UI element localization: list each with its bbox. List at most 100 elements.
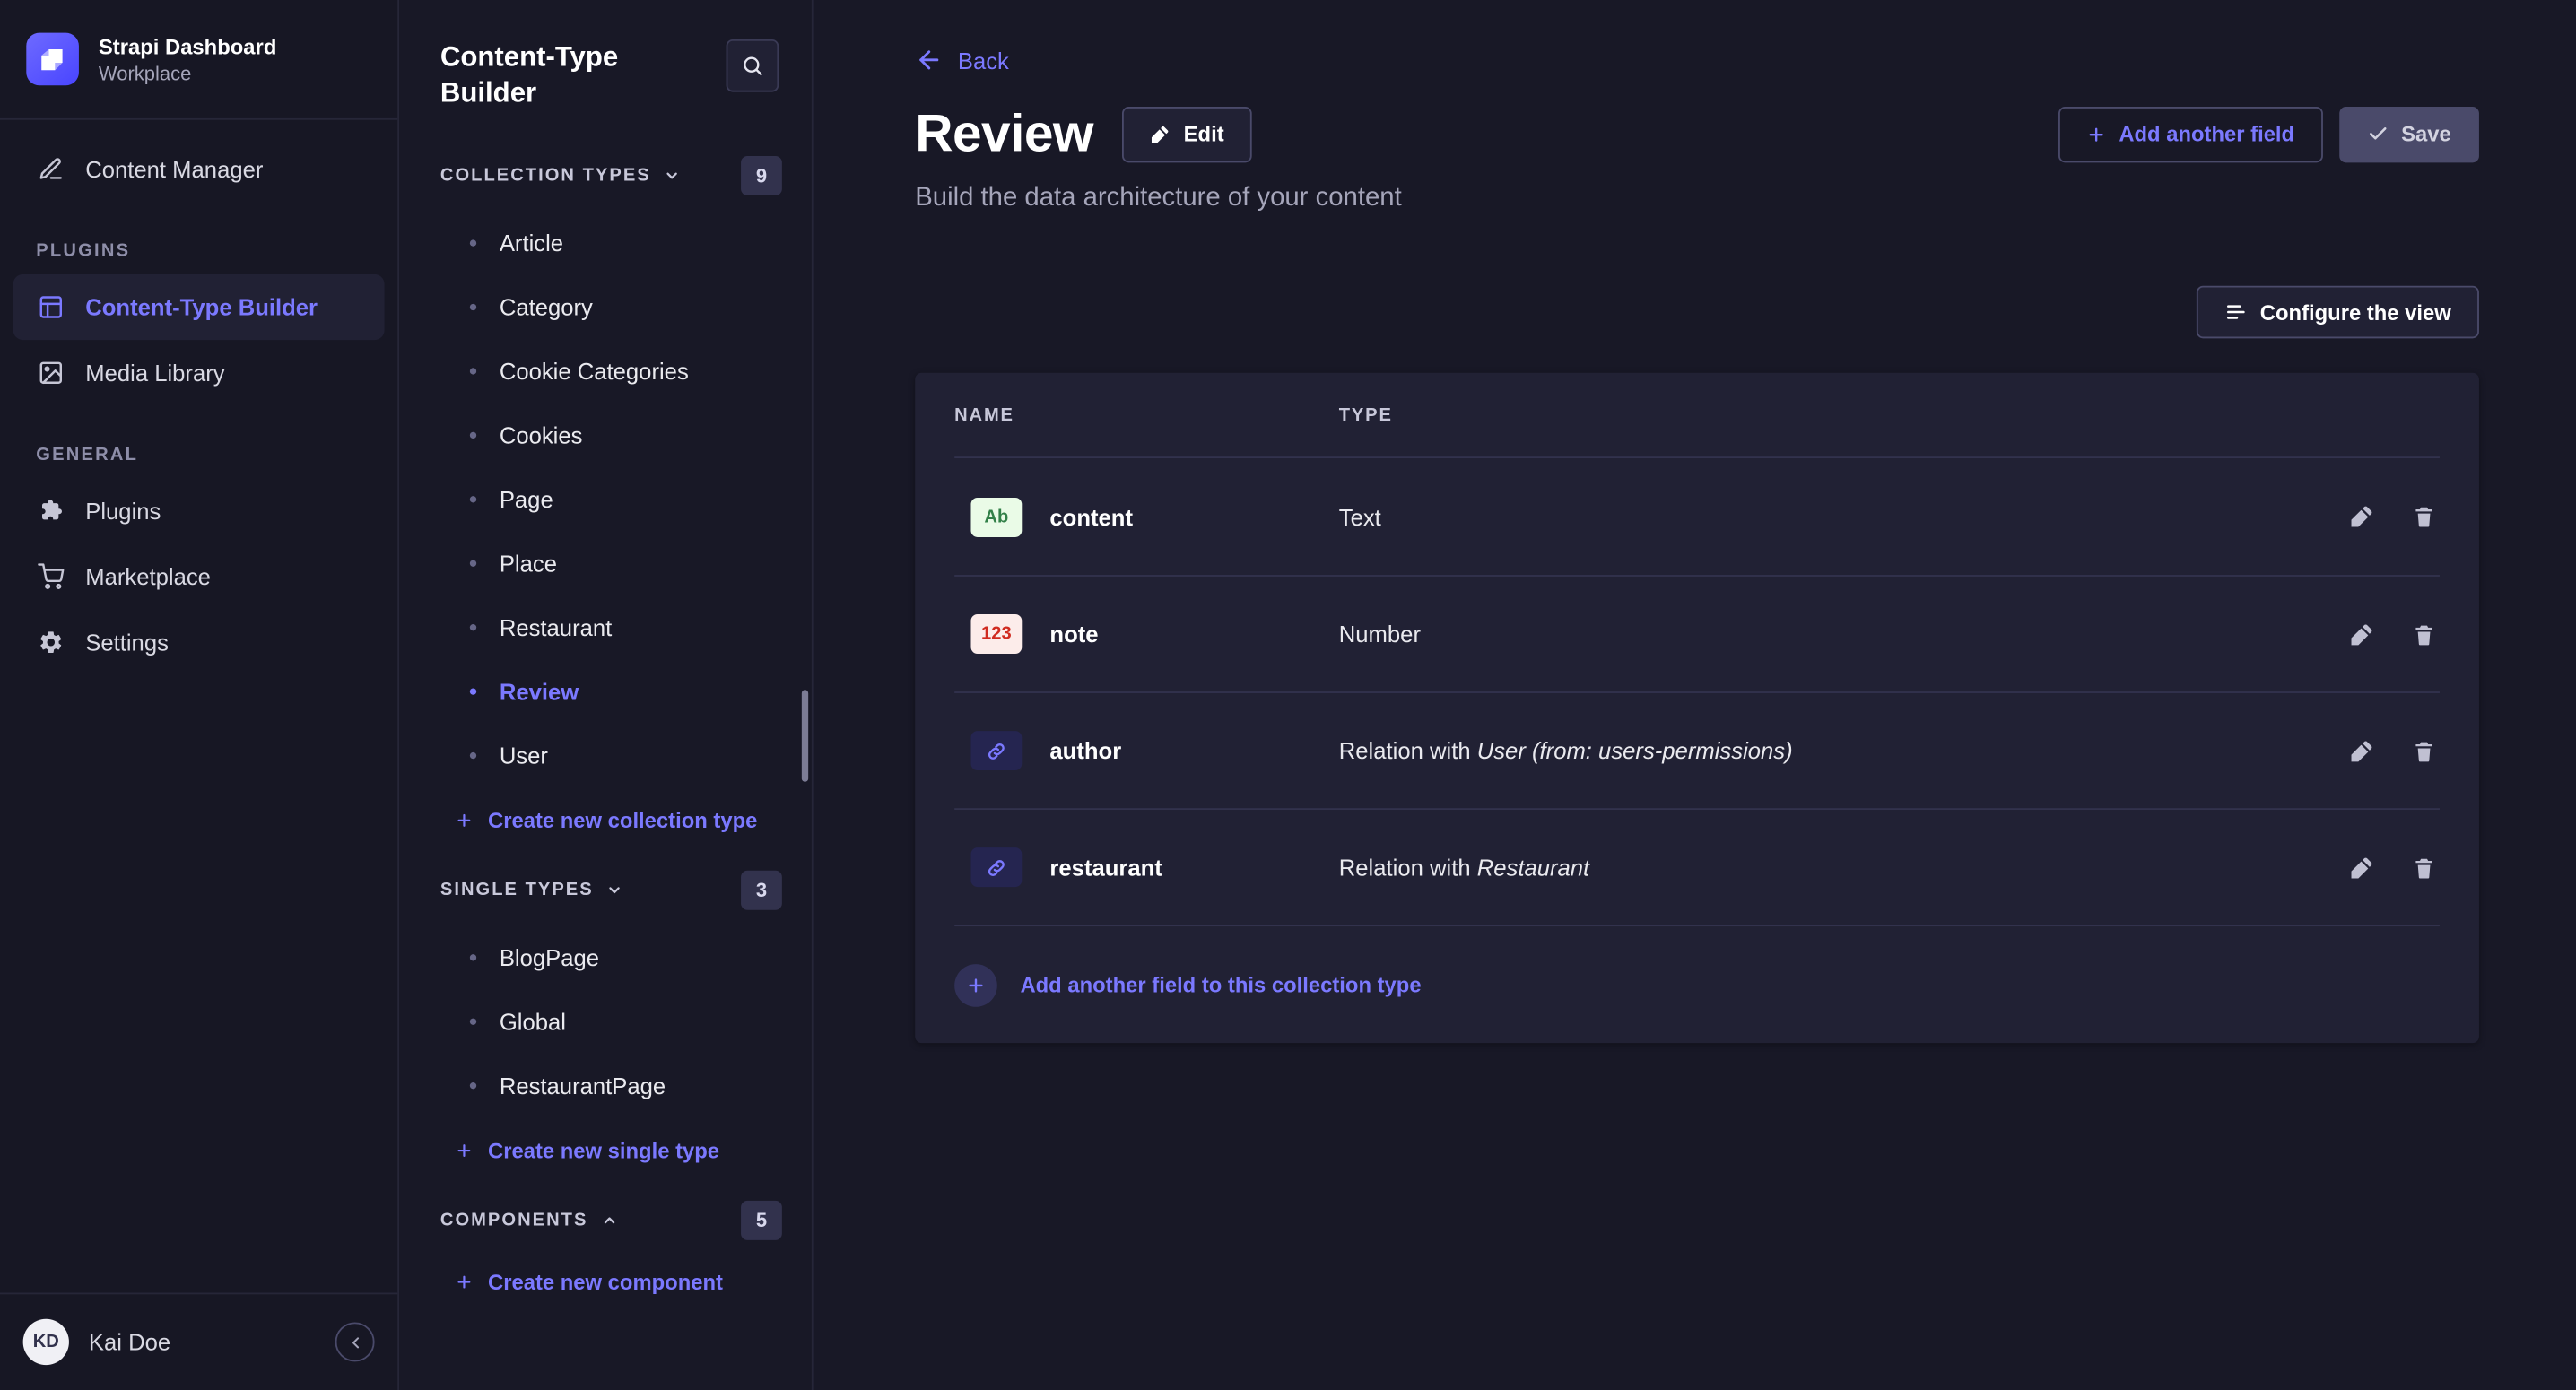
delete-field-button[interactable]: [2406, 500, 2440, 534]
edit-button[interactable]: Edit: [1123, 106, 1252, 161]
nav-item-settings[interactable]: Settings: [13, 610, 385, 675]
create-component-link[interactable]: Create new component: [455, 1255, 723, 1307]
subnav-item-category[interactable]: Category: [399, 274, 812, 338]
title-row: Review Edit Add another field: [915, 103, 2479, 164]
edit-field-button[interactable]: [2345, 851, 2378, 884]
nav-item-label: Settings: [85, 630, 169, 656]
chevron-down-icon: [606, 882, 622, 899]
text-field-icon: Ab: [970, 497, 1022, 536]
subnav-item-article[interactable]: Article: [399, 210, 812, 274]
edit-field-button[interactable]: [2345, 618, 2378, 651]
create-single-type-link[interactable]: Create new single type: [455, 1124, 719, 1177]
count-badge: 9: [741, 156, 782, 195]
count-badge: 5: [741, 1201, 782, 1240]
brand-workplace: Workplace: [99, 62, 276, 85]
bullet-icon: [470, 688, 476, 694]
page-title: Review: [915, 103, 1093, 164]
gear-icon: [36, 628, 65, 657]
strapi-logo-icon: [26, 33, 79, 86]
nav-item-content-type-builder[interactable]: Content-Type Builder: [13, 274, 385, 340]
nav-item-label: Content-Type Builder: [85, 294, 318, 320]
table-row-author: author Relation with User (from: users-p…: [954, 691, 2440, 808]
add-another-field-button[interactable]: Add another field: [2058, 106, 2323, 161]
delete-field-button[interactable]: [2406, 618, 2440, 651]
table-footer-add-field[interactable]: Add another field to this collection typ…: [954, 925, 2440, 1043]
save-button[interactable]: Save: [2339, 106, 2479, 161]
settings-lines-icon: [2224, 300, 2247, 324]
subnav-item-page[interactable]: Page: [399, 466, 812, 530]
nav-item-label: Media Library: [85, 360, 224, 386]
delete-field-button[interactable]: [2406, 734, 2440, 768]
subnav-item-global[interactable]: Global: [399, 989, 812, 1053]
collection-types-list: Article Category Cookie Categories Cooki…: [399, 210, 812, 786]
delete-field-button[interactable]: [2406, 851, 2440, 884]
bullet-icon: [470, 367, 476, 373]
bullet-icon: [470, 560, 476, 566]
table-row-content: Ab content Text: [954, 458, 2440, 575]
nav-item-plugins[interactable]: Plugins: [13, 478, 385, 543]
subnav-item-user[interactable]: User: [399, 723, 812, 786]
plus-icon: [455, 1141, 473, 1159]
edit-field-button[interactable]: [2345, 500, 2378, 534]
count-badge: 3: [741, 871, 782, 910]
section-label: COLLECTION TYPES: [440, 166, 651, 186]
column-header-name: NAME: [954, 404, 1339, 424]
content-type-builder-subnav: Content-Type Builder COLLECTION TYPES 9 …: [399, 0, 814, 1390]
collapse-nav-button[interactable]: [335, 1322, 375, 1361]
field-name: author: [1049, 737, 1121, 763]
chevron-left-icon: [346, 1333, 364, 1351]
plus-icon: [455, 811, 473, 829]
single-types-header[interactable]: SINGLE TYPES 3: [399, 869, 812, 912]
bullet-icon: [470, 431, 476, 438]
subnav-item-restaurant[interactable]: Restaurant: [399, 595, 812, 658]
subnav-item-cookies[interactable]: Cookies: [399, 403, 812, 466]
components-section: COMPONENTS 5 Create new component: [399, 1199, 812, 1307]
add-field-circle-button[interactable]: [954, 963, 997, 1006]
subnav-header: Content-Type Builder: [399, 0, 812, 112]
nav-section-general: GENERAL: [36, 445, 361, 465]
single-types-section: SINGLE TYPES 3 BlogPage Global Restauran…: [399, 869, 812, 1177]
plus-icon: [455, 1273, 473, 1290]
bullet-icon: [470, 751, 476, 758]
edit-field-button[interactable]: [2345, 734, 2378, 768]
single-types-list: BlogPage Global RestaurantPage: [399, 925, 812, 1116]
field-type: Number: [1339, 621, 2292, 647]
create-collection-type-link[interactable]: Create new collection type: [455, 794, 757, 847]
config-row: Configure the view: [915, 286, 2479, 339]
search-icon: [741, 54, 764, 77]
field-type: Text: [1339, 503, 2292, 529]
collection-types-header[interactable]: COLLECTION TYPES 9: [399, 154, 812, 197]
subnav-item-place[interactable]: Place: [399, 531, 812, 595]
bullet-icon: [470, 623, 476, 630]
subnav-item-blogpage[interactable]: BlogPage: [399, 925, 812, 988]
strapi-dashboard: Strapi Dashboard Workplace Content Manag…: [0, 0, 2576, 1390]
subnav-item-restaurantpage[interactable]: RestaurantPage: [399, 1053, 812, 1116]
configure-view-button[interactable]: Configure the view: [2196, 286, 2479, 339]
arrow-left-icon: [915, 46, 943, 74]
subnav-title: Content-Type Builder: [440, 39, 670, 112]
subnav-item-cookie-categories[interactable]: Cookie Categories: [399, 338, 812, 402]
add-field-footer-link[interactable]: Add another field to this collection typ…: [1020, 972, 1421, 996]
field-name: content: [1049, 503, 1133, 529]
field-name: restaurant: [1049, 854, 1162, 880]
bullet-icon: [470, 1082, 476, 1088]
field-type: Relation with User (from: users-permissi…: [1339, 737, 2292, 763]
components-header[interactable]: COMPONENTS 5: [399, 1199, 812, 1242]
brand-name: Strapi Dashboard: [99, 34, 276, 58]
subnav-item-review-active[interactable]: Review: [399, 658, 812, 722]
nav-item-media-library[interactable]: Media Library: [13, 340, 385, 405]
plus-icon: [966, 975, 986, 995]
nav-item-label: Plugins: [85, 498, 161, 524]
nav-item-content-manager[interactable]: Content Manager: [13, 136, 385, 202]
avatar[interactable]: KD: [23, 1319, 69, 1365]
nav-item-label: Content Manager: [85, 156, 263, 182]
search-button[interactable]: [727, 39, 779, 92]
nav-item-marketplace[interactable]: Marketplace: [13, 543, 385, 609]
table-row-note: 123 note Number: [954, 575, 2440, 691]
subnav-scrollbar-thumb[interactable]: [802, 690, 808, 782]
nav-section-plugins: PLUGINS: [36, 241, 361, 261]
back-link[interactable]: Back: [915, 46, 1009, 74]
section-label: COMPONENTS: [440, 1211, 588, 1230]
plus-icon: [2086, 124, 2106, 143]
relation-field-icon: [970, 847, 1022, 887]
